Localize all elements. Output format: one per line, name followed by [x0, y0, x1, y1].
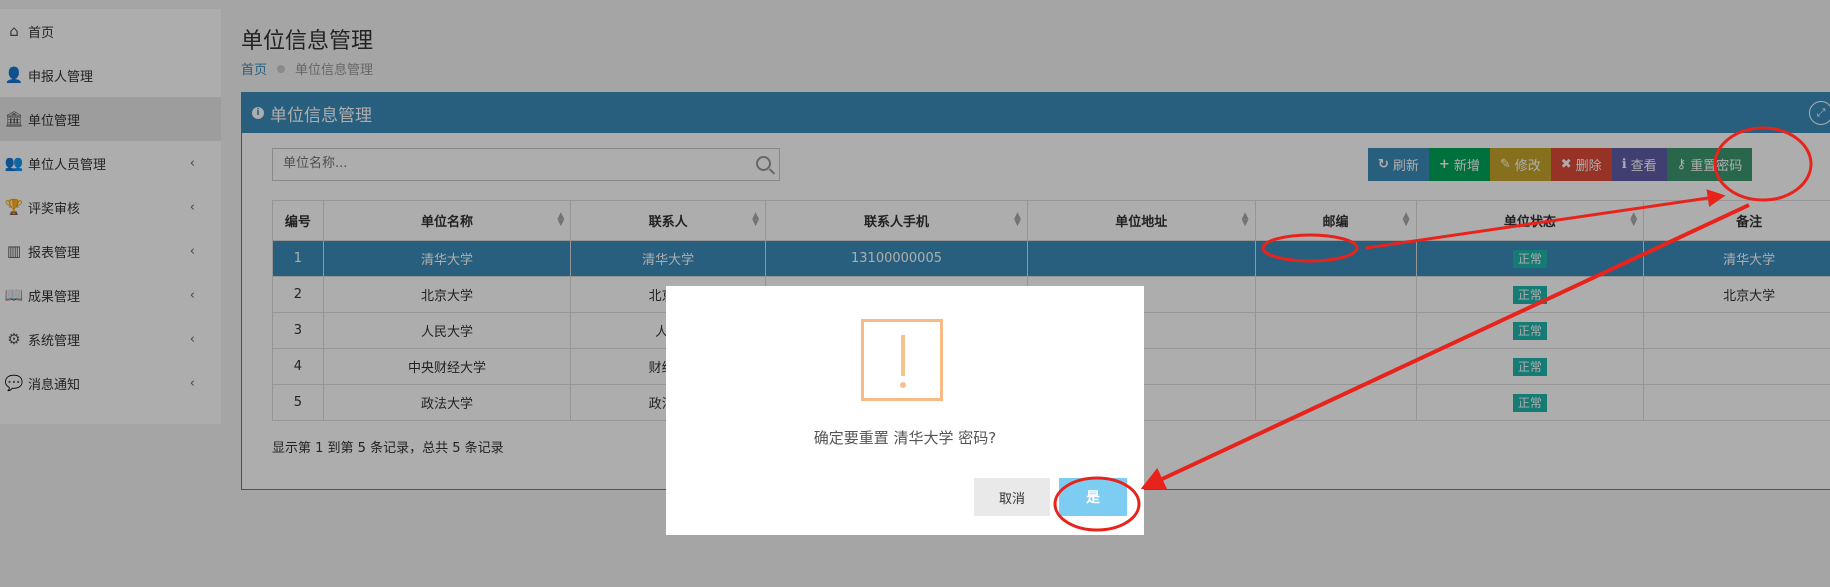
annotation-layer: [1053, 126, 1813, 532]
highlight-confirm-button: [1053, 476, 1141, 532]
highlight-selected-row: [1261, 233, 1359, 263]
highlight-reset-button: [1713, 126, 1813, 202]
arrow-reset-to-confirm: [1140, 203, 1750, 490]
arrow-row-to-reset: [1365, 189, 1726, 250]
